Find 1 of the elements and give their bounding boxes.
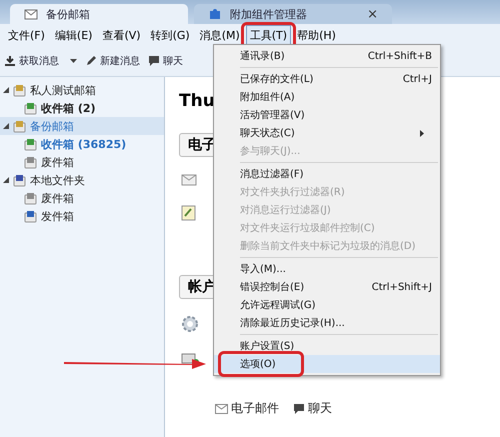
page-heading: Thu bbox=[179, 91, 215, 113]
